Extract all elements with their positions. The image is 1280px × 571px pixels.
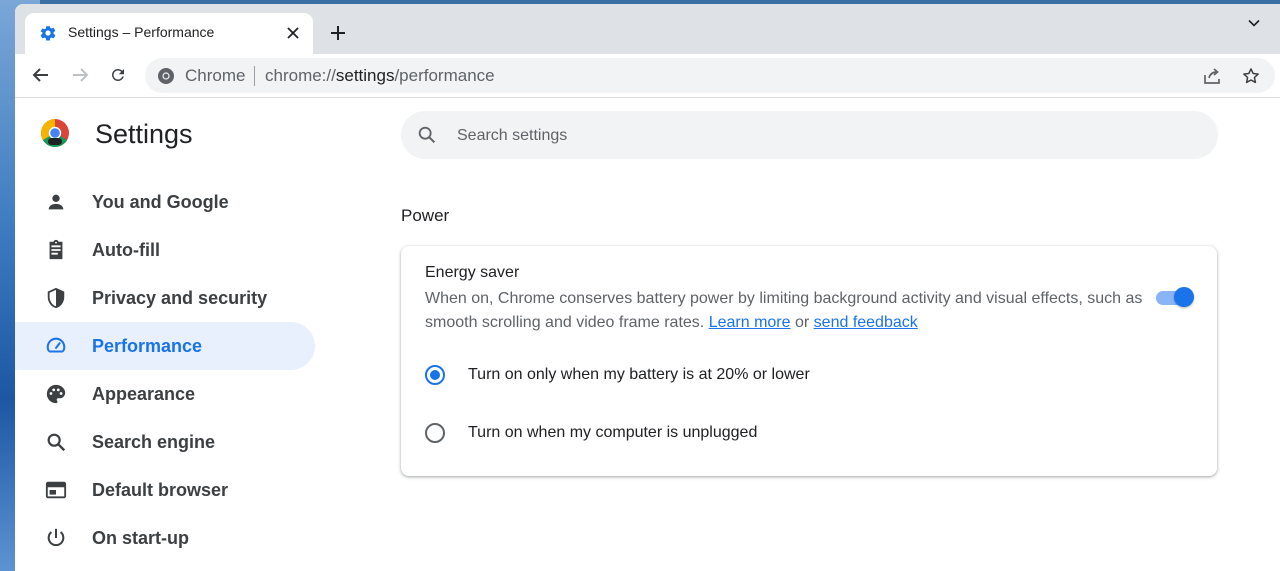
share-icon[interactable] xyxy=(1201,65,1223,87)
url-scheme: chrome:// xyxy=(265,66,336,85)
or-text: or xyxy=(794,314,810,331)
sidebar-item-appearance[interactable]: Appearance xyxy=(15,370,315,418)
sidebar-nav: You and Google Auto-fill Privacy and sec… xyxy=(15,178,315,562)
gear-icon xyxy=(39,24,57,42)
new-tab-button[interactable] xyxy=(326,21,350,45)
palette-icon xyxy=(44,382,68,406)
radio-button[interactable] xyxy=(425,365,445,385)
sidebar-item-label: Search engine xyxy=(92,431,216,452)
tab-settings-performance[interactable]: Settings – Performance xyxy=(25,13,313,54)
browser-icon xyxy=(44,478,68,502)
radio-option-battery-20[interactable]: Turn on only when my battery is at 20% o… xyxy=(401,347,1217,403)
sidebar-item-label: Appearance xyxy=(92,383,196,404)
reload-icon[interactable] xyxy=(106,63,130,87)
settings-page: Settings You and Google Auto-fill Privac… xyxy=(15,98,1280,571)
chevron-down-icon[interactable] xyxy=(1244,13,1264,33)
sidebar-item-auto-fill[interactable]: Auto-fill xyxy=(15,226,315,274)
search-icon xyxy=(416,124,438,146)
browser-window: Settings – Performance Chrome chrome://s… xyxy=(15,4,1280,571)
tab-strip: Settings – Performance xyxy=(15,4,1280,54)
url-text: chrome://settings/performance xyxy=(265,66,495,86)
search-box[interactable] xyxy=(401,111,1218,159)
url-path: /performance xyxy=(394,66,495,85)
send-feedback-link[interactable]: send feedback xyxy=(814,314,918,331)
power-icon xyxy=(44,526,68,550)
energy-saver-description: When on, Chrome conserves battery power … xyxy=(425,287,1155,335)
sidebar-item-privacy-and-security[interactable]: Privacy and security xyxy=(15,274,315,322)
chrome-beta-logo-icon xyxy=(40,118,70,148)
speedometer-icon xyxy=(44,334,68,358)
radio-option-unplugged[interactable]: Turn on when my computer is unplugged xyxy=(401,404,1217,460)
search-icon xyxy=(44,430,68,454)
forward-arrow-icon[interactable] xyxy=(68,63,92,87)
energy-saver-card: Energy saver When on, Chrome conserves b… xyxy=(401,246,1217,476)
learn-more-link[interactable]: Learn more xyxy=(709,314,791,331)
page-title: Settings xyxy=(95,119,193,149)
sidebar-item-label: On start-up xyxy=(92,527,189,548)
star-icon[interactable] xyxy=(1240,65,1262,87)
energy-saver-toggle[interactable] xyxy=(1156,286,1194,308)
sidebar-item-label: Default browser xyxy=(92,479,229,500)
sidebar-item-you-and-google[interactable]: You and Google xyxy=(15,178,315,226)
chrome-icon xyxy=(157,67,175,85)
address-bar[interactable]: Chrome chrome://settings/performance xyxy=(145,58,1275,93)
sidebar-item-on-start-up[interactable]: On start-up xyxy=(15,514,315,562)
radio-button[interactable] xyxy=(425,423,445,443)
section-title: Power xyxy=(401,206,450,225)
radio-label: Turn on only when my battery is at 20% o… xyxy=(468,366,810,383)
search-input[interactable] xyxy=(455,121,1159,151)
divider xyxy=(254,66,255,86)
sidebar-item-label: You and Google xyxy=(92,191,229,212)
clipboard-icon xyxy=(44,238,68,262)
sidebar-item-performance[interactable]: Performance xyxy=(15,322,315,370)
sidebar-item-label: Performance xyxy=(92,335,203,356)
energy-saver-title: Energy saver xyxy=(425,264,520,281)
toggle-knob xyxy=(1174,287,1194,307)
person-icon xyxy=(44,190,68,214)
site-chip-label: Chrome xyxy=(185,66,246,85)
tab-title: Settings – Performance xyxy=(68,24,215,40)
sidebar-item-label: Privacy and security xyxy=(92,287,268,308)
url-host: settings xyxy=(335,66,395,85)
sidebar-item-default-browser[interactable]: Default browser xyxy=(15,466,315,514)
sidebar-item-search-engine[interactable]: Search engine xyxy=(15,418,315,466)
shield-icon xyxy=(44,286,68,310)
toolbar: Chrome chrome://settings/performance xyxy=(15,54,1280,98)
radio-label: Turn on when my computer is unplugged xyxy=(468,424,758,441)
back-arrow-icon[interactable] xyxy=(29,63,53,87)
close-icon[interactable] xyxy=(284,24,302,42)
sidebar-item-label: Auto-fill xyxy=(92,239,160,260)
